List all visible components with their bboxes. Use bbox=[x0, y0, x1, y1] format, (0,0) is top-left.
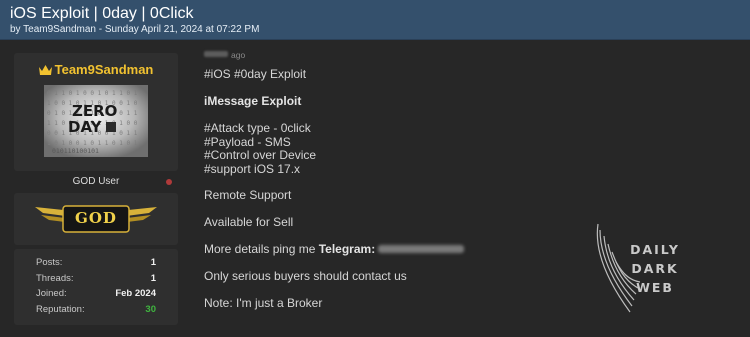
post-line: #Attack type - 0click bbox=[204, 121, 311, 135]
rank-panel: GOD bbox=[14, 193, 178, 245]
svg-text:0 1 1 0 1 0 0 1 0 1 1 0 1: 0 1 1 0 1 0 0 1 0 1 1 0 1 bbox=[47, 90, 138, 97]
post-line: Only serious buyers should contact us bbox=[204, 269, 407, 283]
user-info-panel: Team9Sandman 0 1 1 0 1 0 0 1 0 1 1 0 1 1… bbox=[14, 53, 178, 325]
post-line: #iOS #0day Exploit bbox=[204, 67, 307, 81]
stat-label: Threads: bbox=[36, 272, 74, 284]
post-timestamp: ago bbox=[204, 50, 245, 60]
avatar-code: 010110100101 bbox=[52, 147, 99, 155]
watermark-line-1: DAILY bbox=[630, 242, 680, 257]
rank-label: GOD bbox=[75, 209, 117, 227]
stat-value[interactable]: 1 bbox=[151, 257, 156, 268]
reputation-value[interactable]: 30 bbox=[145, 304, 156, 315]
stat-label: Reputation: bbox=[36, 303, 85, 315]
stat-value: Feb 2024 bbox=[115, 288, 156, 299]
post-line-contact: More details ping me Telegram: bbox=[204, 242, 465, 256]
post-line: Note: I'm just a Broker bbox=[204, 296, 323, 310]
watermark-line-3: WEB bbox=[636, 280, 674, 295]
stat-value[interactable]: 1 bbox=[151, 273, 156, 284]
stat-label: Posts: bbox=[36, 257, 63, 268]
user-stats: Posts: 1 Threads: 1 Joined: Feb 2024 Rep… bbox=[14, 249, 178, 325]
thread-title[interactable]: iOS Exploit | 0day | 0Click bbox=[10, 5, 740, 22]
username-text: Team9Sandman bbox=[54, 62, 154, 77]
crown-icon bbox=[38, 65, 52, 75]
watermark: DAILY DARK WEB bbox=[590, 222, 720, 317]
offline-status-icon bbox=[166, 179, 172, 185]
time-suffix: ago bbox=[231, 50, 246, 60]
stat-row-threads: Threads: 1 bbox=[36, 271, 156, 287]
avatar[interactable]: 0 1 1 0 1 0 0 1 0 1 1 0 1 1 0 0 1 0 1 1 … bbox=[44, 85, 148, 157]
avatar-text-2: DAY bbox=[68, 118, 103, 136]
user-title: GOD User bbox=[72, 176, 120, 187]
contact-text: More details ping me bbox=[204, 242, 316, 256]
stat-row-joined: Joined: Feb 2024 bbox=[36, 286, 156, 302]
usertitle-row: GOD User bbox=[14, 174, 178, 190]
post-line: #Control over Device bbox=[204, 148, 317, 162]
rank-badge: GOD bbox=[33, 201, 159, 237]
telegram-label: Telegram: bbox=[318, 242, 376, 256]
redacted-time bbox=[204, 51, 228, 57]
thread-meta: by Team9Sandman - Sunday April 21, 2024 … bbox=[10, 24, 260, 35]
post-line: #Payload - SMS bbox=[204, 135, 291, 149]
redacted-telegram-handle[interactable] bbox=[378, 245, 465, 253]
avatar-image: 0 1 1 0 1 0 0 1 0 1 1 0 1 1 0 0 1 0 1 1 … bbox=[44, 85, 148, 157]
stat-label: Joined: bbox=[36, 288, 67, 299]
stat-row-reputation: Reputation: 30 bbox=[36, 302, 156, 318]
post-line: Remote Support bbox=[204, 188, 292, 202]
watermark-line-2: DARK bbox=[631, 261, 679, 276]
post-line: iMessage Exploit bbox=[204, 94, 302, 108]
stat-row-posts: Posts: 1 bbox=[36, 255, 156, 271]
thread-header: iOS Exploit | 0day | 0Click by Team9Sand… bbox=[0, 0, 750, 40]
svg-text:1 0 1 0 0 1 0 1 1 0 1 0 1: 1 0 1 0 0 1 0 1 1 0 1 0 1 bbox=[47, 140, 138, 147]
user-profile-card: Team9Sandman 0 1 1 0 1 0 0 1 0 1 1 0 1 1… bbox=[14, 53, 178, 171]
username[interactable]: Team9Sandman bbox=[14, 62, 178, 77]
post-line: Available for Sell bbox=[204, 215, 294, 229]
post-line: #support iOS 17.x bbox=[204, 162, 301, 176]
